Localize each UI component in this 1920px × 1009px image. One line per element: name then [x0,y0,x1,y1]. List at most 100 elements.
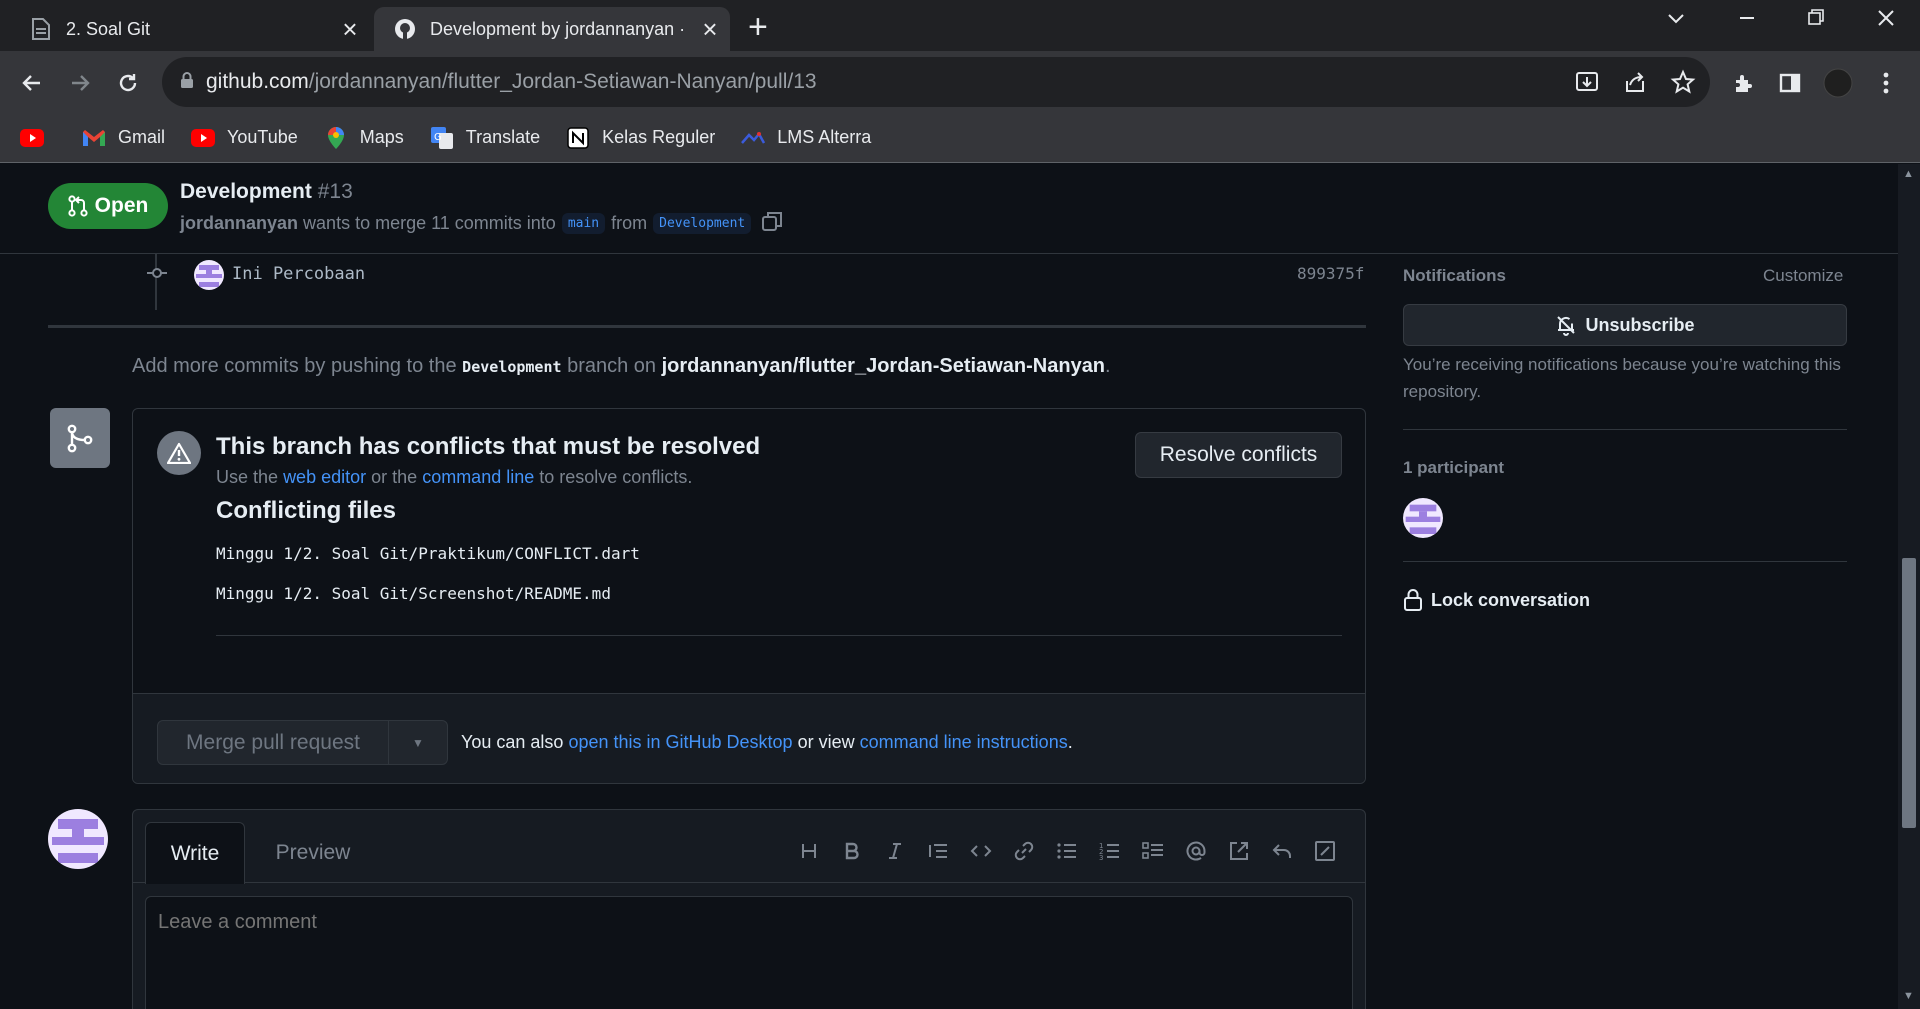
current-user-avatar[interactable] [48,809,108,869]
close-tab-icon[interactable]: × [330,14,370,45]
bookmark-translate[interactable]: G Translate [430,126,540,150]
tab-search-icon[interactable] [1666,8,1686,34]
git-pull-request-icon [68,195,88,217]
tab-write[interactable]: Write [145,822,245,884]
svg-text:3: 3 [1099,854,1103,861]
comment-input[interactable] [145,896,1353,1009]
resolve-conflicts-button[interactable]: Resolve conflicts [1135,432,1342,478]
github-icon [394,18,416,40]
unsubscribe-label: Unsubscribe [1585,314,1695,335]
youtube-icon [191,126,216,150]
timeline-end-divider [48,325,1366,328]
code-icon[interactable] [959,836,1002,866]
close-window-icon[interactable] [1876,8,1896,34]
web-editor-link[interactable]: web editor [283,467,366,487]
browser-tab-pull-request[interactable]: Development by jordannanyan · × [374,7,730,51]
link-icon[interactable] [1002,836,1045,866]
bookmark-star-icon[interactable] [1670,69,1696,100]
unsubscribe-button[interactable]: Unsubscribe [1403,304,1847,346]
conflict-subtitle: Use the web editor or the command line t… [216,467,692,488]
pr-from-text: from [611,213,648,233]
back-icon[interactable] [12,63,52,103]
bookmark-label: Maps [359,127,404,147]
bookmark-youtube[interactable]: YouTube [191,126,298,150]
bookmark-youtube-shortcut[interactable] [20,126,56,150]
conflict-title: This branch has conflicts that must be r… [216,433,761,460]
install-icon[interactable] [1574,69,1600,100]
git-commit-icon [147,266,167,285]
scroll-down-icon[interactable]: ▼ [1903,990,1914,1002]
bookmark-gmail[interactable]: Gmail [82,126,165,150]
conflicting-file: Minggu 1/2. Soal Git/Screenshot/README.m… [216,584,611,603]
merge-footer-text: You can also open this in GitHub Desktop… [461,732,1073,753]
svg-text:G: G [434,132,442,143]
conflict-sub-prefix: Use the [216,467,279,487]
copy-icon[interactable] [761,210,783,237]
minimize-icon[interactable] [1737,8,1757,34]
conflicting-file: Minggu 1/2. Soal Git/Praktikum/CONFLICT.… [216,544,640,563]
quote-icon[interactable] [916,836,959,866]
bell-slash-icon [1557,316,1576,336]
open-github-desktop-link[interactable]: open this in GitHub Desktop [568,732,792,752]
merge-box: This branch has conflicts that must be r… [132,408,1366,784]
extensions-icon[interactable] [1724,63,1764,103]
browser-tabstrip: 2. Soal Git × Development by jordannanya… [0,0,1920,51]
tab-preview[interactable]: Preview [258,822,368,884]
menu-kebab-icon[interactable] [1866,63,1906,103]
github-page: Open Development #13 jordannanyan wants … [0,164,1898,1009]
ordered-list-icon[interactable]: 123 [1088,836,1131,866]
address-bar[interactable]: github.com/jordannanyan/flutter_Jordan-S… [162,57,1710,107]
bookmark-maps[interactable]: Maps [324,126,404,150]
add-commits-branch: Development [462,358,562,376]
commit-message-link[interactable]: Ini Percobaan [232,264,365,284]
close-tab-icon[interactable]: × [690,14,730,45]
url-text: github.com/jordannanyan/flutter_Jordan-S… [206,70,817,93]
page-scrollbar[interactable]: ▲ ▼ [1898,164,1920,1009]
command-line-instructions-link[interactable]: command line instructions [860,732,1068,752]
italic-icon[interactable] [873,836,916,866]
alterra-icon [741,126,766,150]
commit-author-avatar[interactable] [194,260,224,290]
profile-avatar[interactable] [1818,63,1858,103]
fullscreen-edit-icon[interactable] [1303,836,1346,866]
scroll-up-icon[interactable]: ▲ [1903,168,1914,180]
pr-title-text: Development [180,180,312,203]
reload-icon[interactable] [108,63,148,103]
command-line-link[interactable]: command line [422,467,534,487]
restore-icon[interactable] [1806,8,1826,34]
forward-icon[interactable] [60,63,100,103]
browser-tab-soal-git[interactable]: 2. Soal Git × [10,7,370,51]
task-list-icon[interactable] [1131,836,1174,866]
lock-conversation-label: Lock conversation [1431,589,1591,610]
cross-reference-icon[interactable] [1217,836,1260,866]
participant-avatar[interactable] [1403,498,1443,538]
lock-conversation-link[interactable]: Lock conversation [1403,588,1590,612]
add-commits-hint: Add more commits by pushing to the Devel… [132,355,1111,378]
share-icon[interactable] [1622,69,1648,100]
pr-state-label: Open [94,194,149,217]
saved-reply-icon[interactable] [1260,836,1303,866]
head-branch-label[interactable]: Development [653,213,752,234]
heading-icon[interactable] [787,836,830,866]
triangle-down-icon: ▼ [412,735,424,750]
commit-sha-link[interactable]: 899375f [1297,264,1364,283]
add-commits-repo-link[interactable]: jordannanyan/flutter_Jordan-Setiawan-Nan… [662,355,1105,377]
gmail-icon [82,126,106,150]
pr-author-link[interactable]: jordannanyan [180,213,298,234]
notion-icon [566,126,590,150]
foot-prefix: You can also [461,732,564,752]
new-tab-icon[interactable]: + [748,8,768,47]
side-panel-icon[interactable] [1770,63,1810,103]
scrollbar-thumb[interactable] [1902,558,1916,828]
bold-icon[interactable] [830,836,873,866]
lock-icon [180,71,194,94]
merge-method-dropdown[interactable]: ▼ [388,720,448,765]
merge-box-divider [216,635,1342,636]
mention-icon[interactable] [1174,836,1217,866]
unordered-list-icon[interactable] [1045,836,1088,866]
merge-pull-request-button[interactable]: Merge pull request [157,720,389,765]
customize-notifications-link[interactable]: Customize [1763,266,1843,286]
base-branch-label[interactable]: main [561,213,606,234]
bookmark-kelas-reguler[interactable]: Kelas Reguler [566,126,715,150]
bookmark-lms-alterra[interactable]: LMS Alterra [741,126,871,150]
